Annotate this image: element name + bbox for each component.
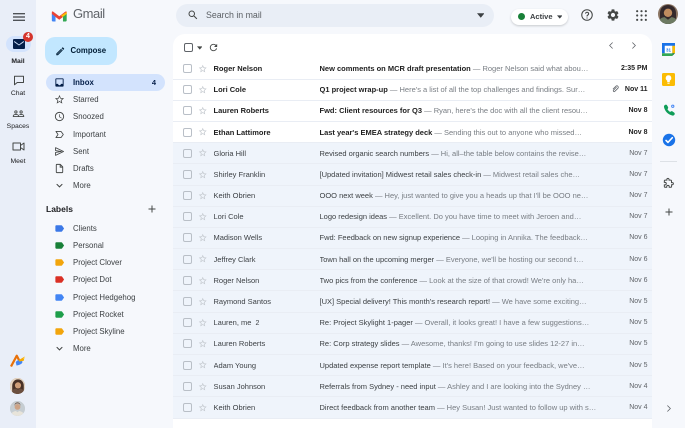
svg-text:31: 31 [666,47,672,52]
